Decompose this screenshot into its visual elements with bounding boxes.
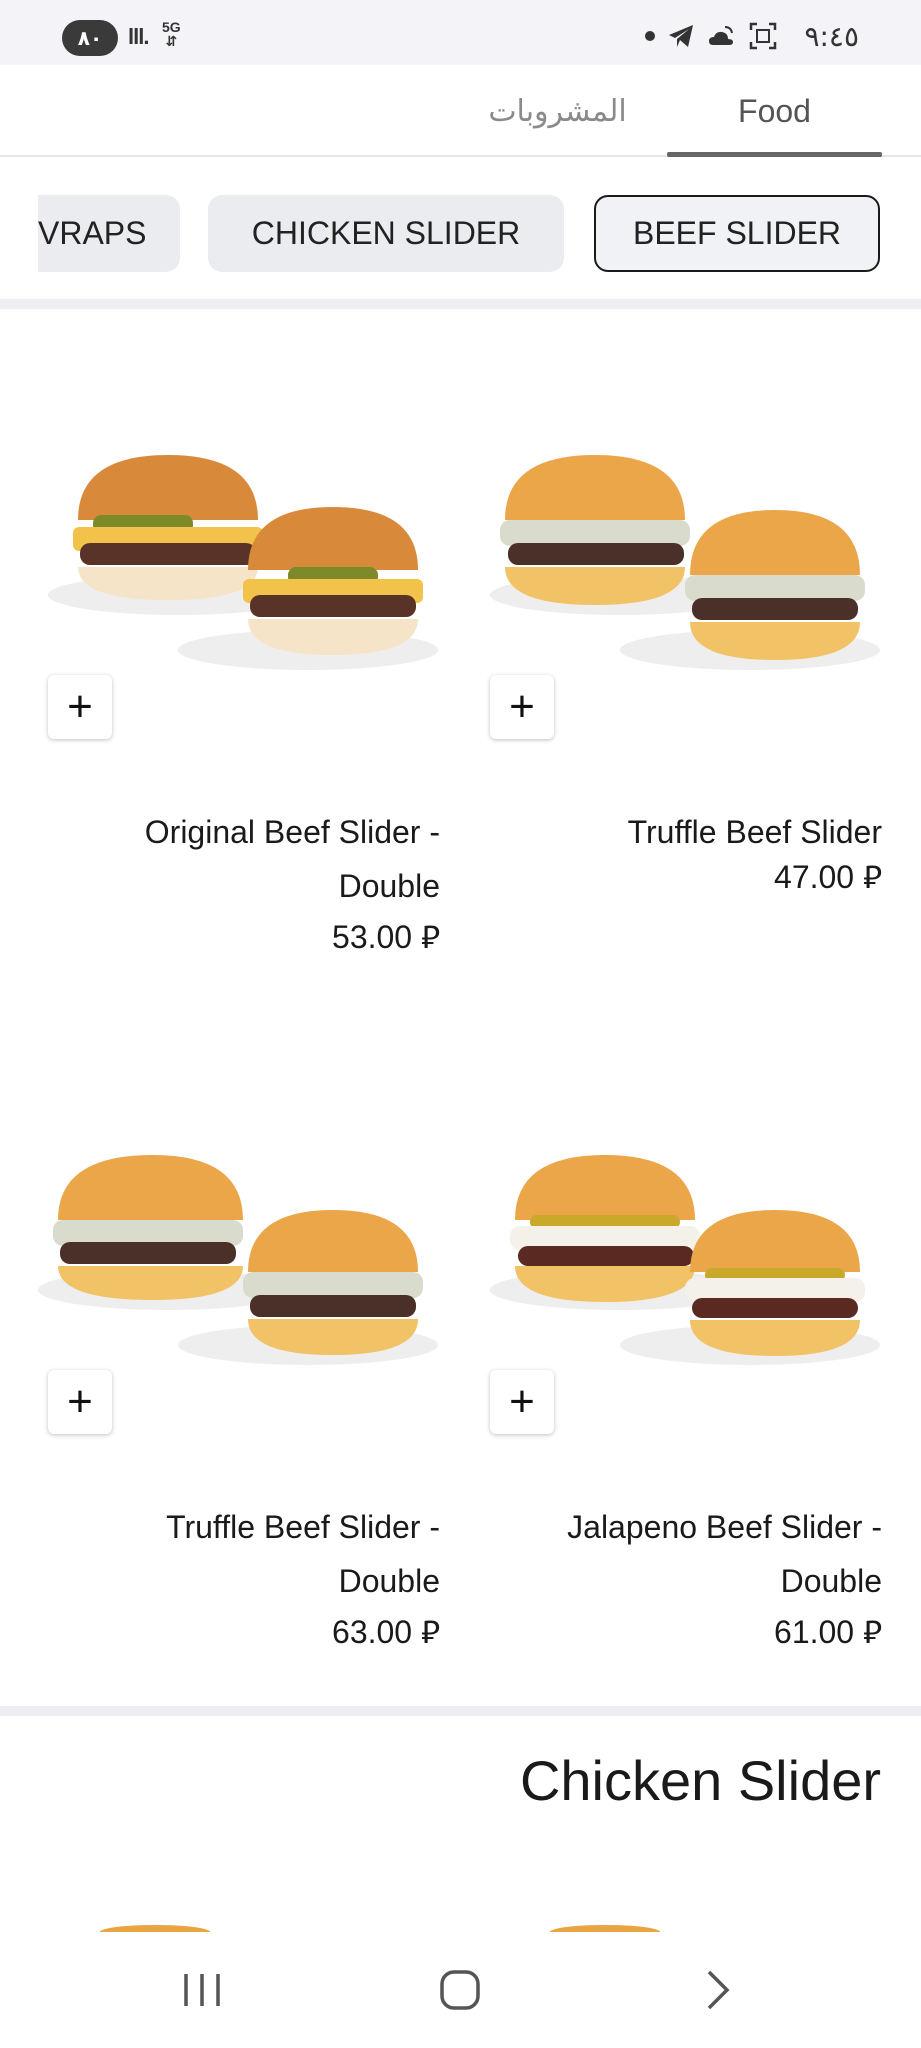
product-price: 61.00 ⃁ — [774, 1614, 882, 1650]
recent-apps-icon — [184, 1974, 220, 2006]
product-name: Jalapeno Beef Slider - Double — [567, 1509, 882, 1599]
riyal-icon: ⃁ — [420, 1614, 440, 1650]
screenshot-icon — [749, 22, 777, 50]
section-title: Chicken Slider — [519, 1749, 881, 1812]
section-divider — [0, 1706, 921, 1716]
recent-apps-button[interactable] — [162, 1960, 242, 2020]
product-name: Truffle Beef Slider - Double — [166, 1509, 440, 1599]
home-button[interactable] — [420, 1960, 500, 2020]
clock: ٩:٤٥ — [804, 20, 859, 53]
tab-food[interactable]: Food — [667, 65, 882, 157]
category-chip-beef-slider[interactable]: BEEF SLIDER — [594, 195, 880, 272]
category-chip-chicken-slider[interactable]: CHICKEN SLIDER — [208, 195, 564, 272]
weather-icon — [709, 26, 733, 45]
network-5g-icon: 5G ⇵ — [162, 19, 181, 49]
tab-drinks[interactable]: المشروبات — [470, 65, 645, 157]
category-chips[interactable]: VRAPS CHICKEN SLIDER BEEF SLIDER — [0, 157, 921, 309]
product-price: 47.00 ⃁ — [774, 859, 882, 895]
back-button[interactable] — [678, 1960, 758, 2020]
back-chevron-icon — [707, 1970, 730, 2010]
product-name: Truffle Beef Slider — [627, 814, 882, 850]
battery-indicator: ٨٠ — [62, 20, 118, 56]
category-chip-wraps[interactable]: VRAPS — [38, 195, 180, 272]
status-bar: ٨٠ lll. 5G ⇵ ٩:٤٥ — [0, 0, 921, 65]
riyal-icon: ⃁ — [862, 1614, 882, 1650]
system-nav-bar — [0, 1932, 921, 2048]
product-price: 63.00 ⃁ — [332, 1614, 440, 1650]
telegram-icon — [669, 25, 693, 47]
product-price: 53.00 ⃁ — [332, 919, 440, 955]
add-to-cart-button[interactable]: + — [490, 1370, 554, 1434]
riyal-icon: ⃁ — [420, 919, 440, 955]
product-name: Original Beef Slider - Double — [144, 814, 440, 904]
home-icon — [440, 1970, 480, 2010]
add-to-cart-button[interactable]: + — [48, 675, 112, 739]
riyal-icon: ⃁ — [862, 859, 882, 895]
menu-tabs: المشروبات Food — [0, 65, 921, 157]
add-to-cart-button[interactable]: + — [490, 675, 554, 739]
notification-icons — [645, 22, 777, 50]
add-to-cart-button[interactable]: + — [48, 1370, 112, 1434]
notification-dot-icon — [645, 31, 655, 41]
signal-icon: lll. — [128, 24, 149, 49]
